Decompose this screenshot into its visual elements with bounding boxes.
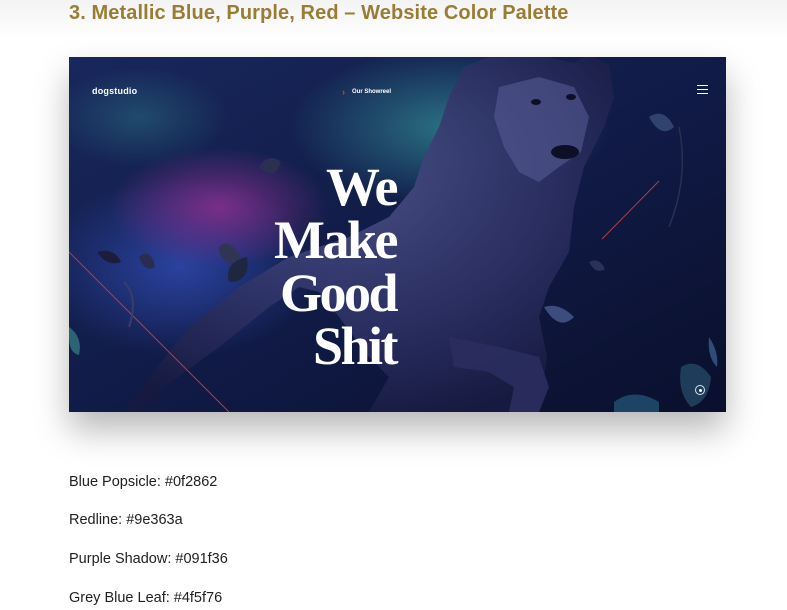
showreel-label: Our Showreel xyxy=(352,89,392,95)
palette-item-redline: Redline: #9e363a xyxy=(69,512,183,528)
hero-line: Good xyxy=(279,263,399,323)
website-screenshot: dogstudio › Our Showreel We Make Good Sh… xyxy=(69,57,726,412)
hero-artwork xyxy=(69,57,726,412)
site-logo[interactable]: dogstudio xyxy=(92,86,137,96)
showreel-link[interactable]: › Our Showreel xyxy=(342,86,391,98)
hamburger-menu-icon[interactable] xyxy=(697,85,708,94)
hero-headline: We Make Good Shit xyxy=(244,157,399,376)
palette-item-grey-blue-leaf: Grey Blue Leaf: #4f5f76 xyxy=(69,590,223,606)
hero-line: Shit xyxy=(312,316,399,376)
section-heading: 3. Metallic Blue, Purple, Red – Website … xyxy=(69,2,569,24)
palette-item-blue-popsicle: Blue Popsicle: #0f2862 xyxy=(69,474,218,490)
chevron-right-icon: › xyxy=(342,86,345,97)
hero-line: We xyxy=(326,157,399,217)
scroll-indicator-icon[interactable] xyxy=(695,385,705,395)
hero-line: Make xyxy=(274,210,398,270)
palette-item-purple-shadow: Purple Shadow: #091f36 xyxy=(69,551,228,567)
